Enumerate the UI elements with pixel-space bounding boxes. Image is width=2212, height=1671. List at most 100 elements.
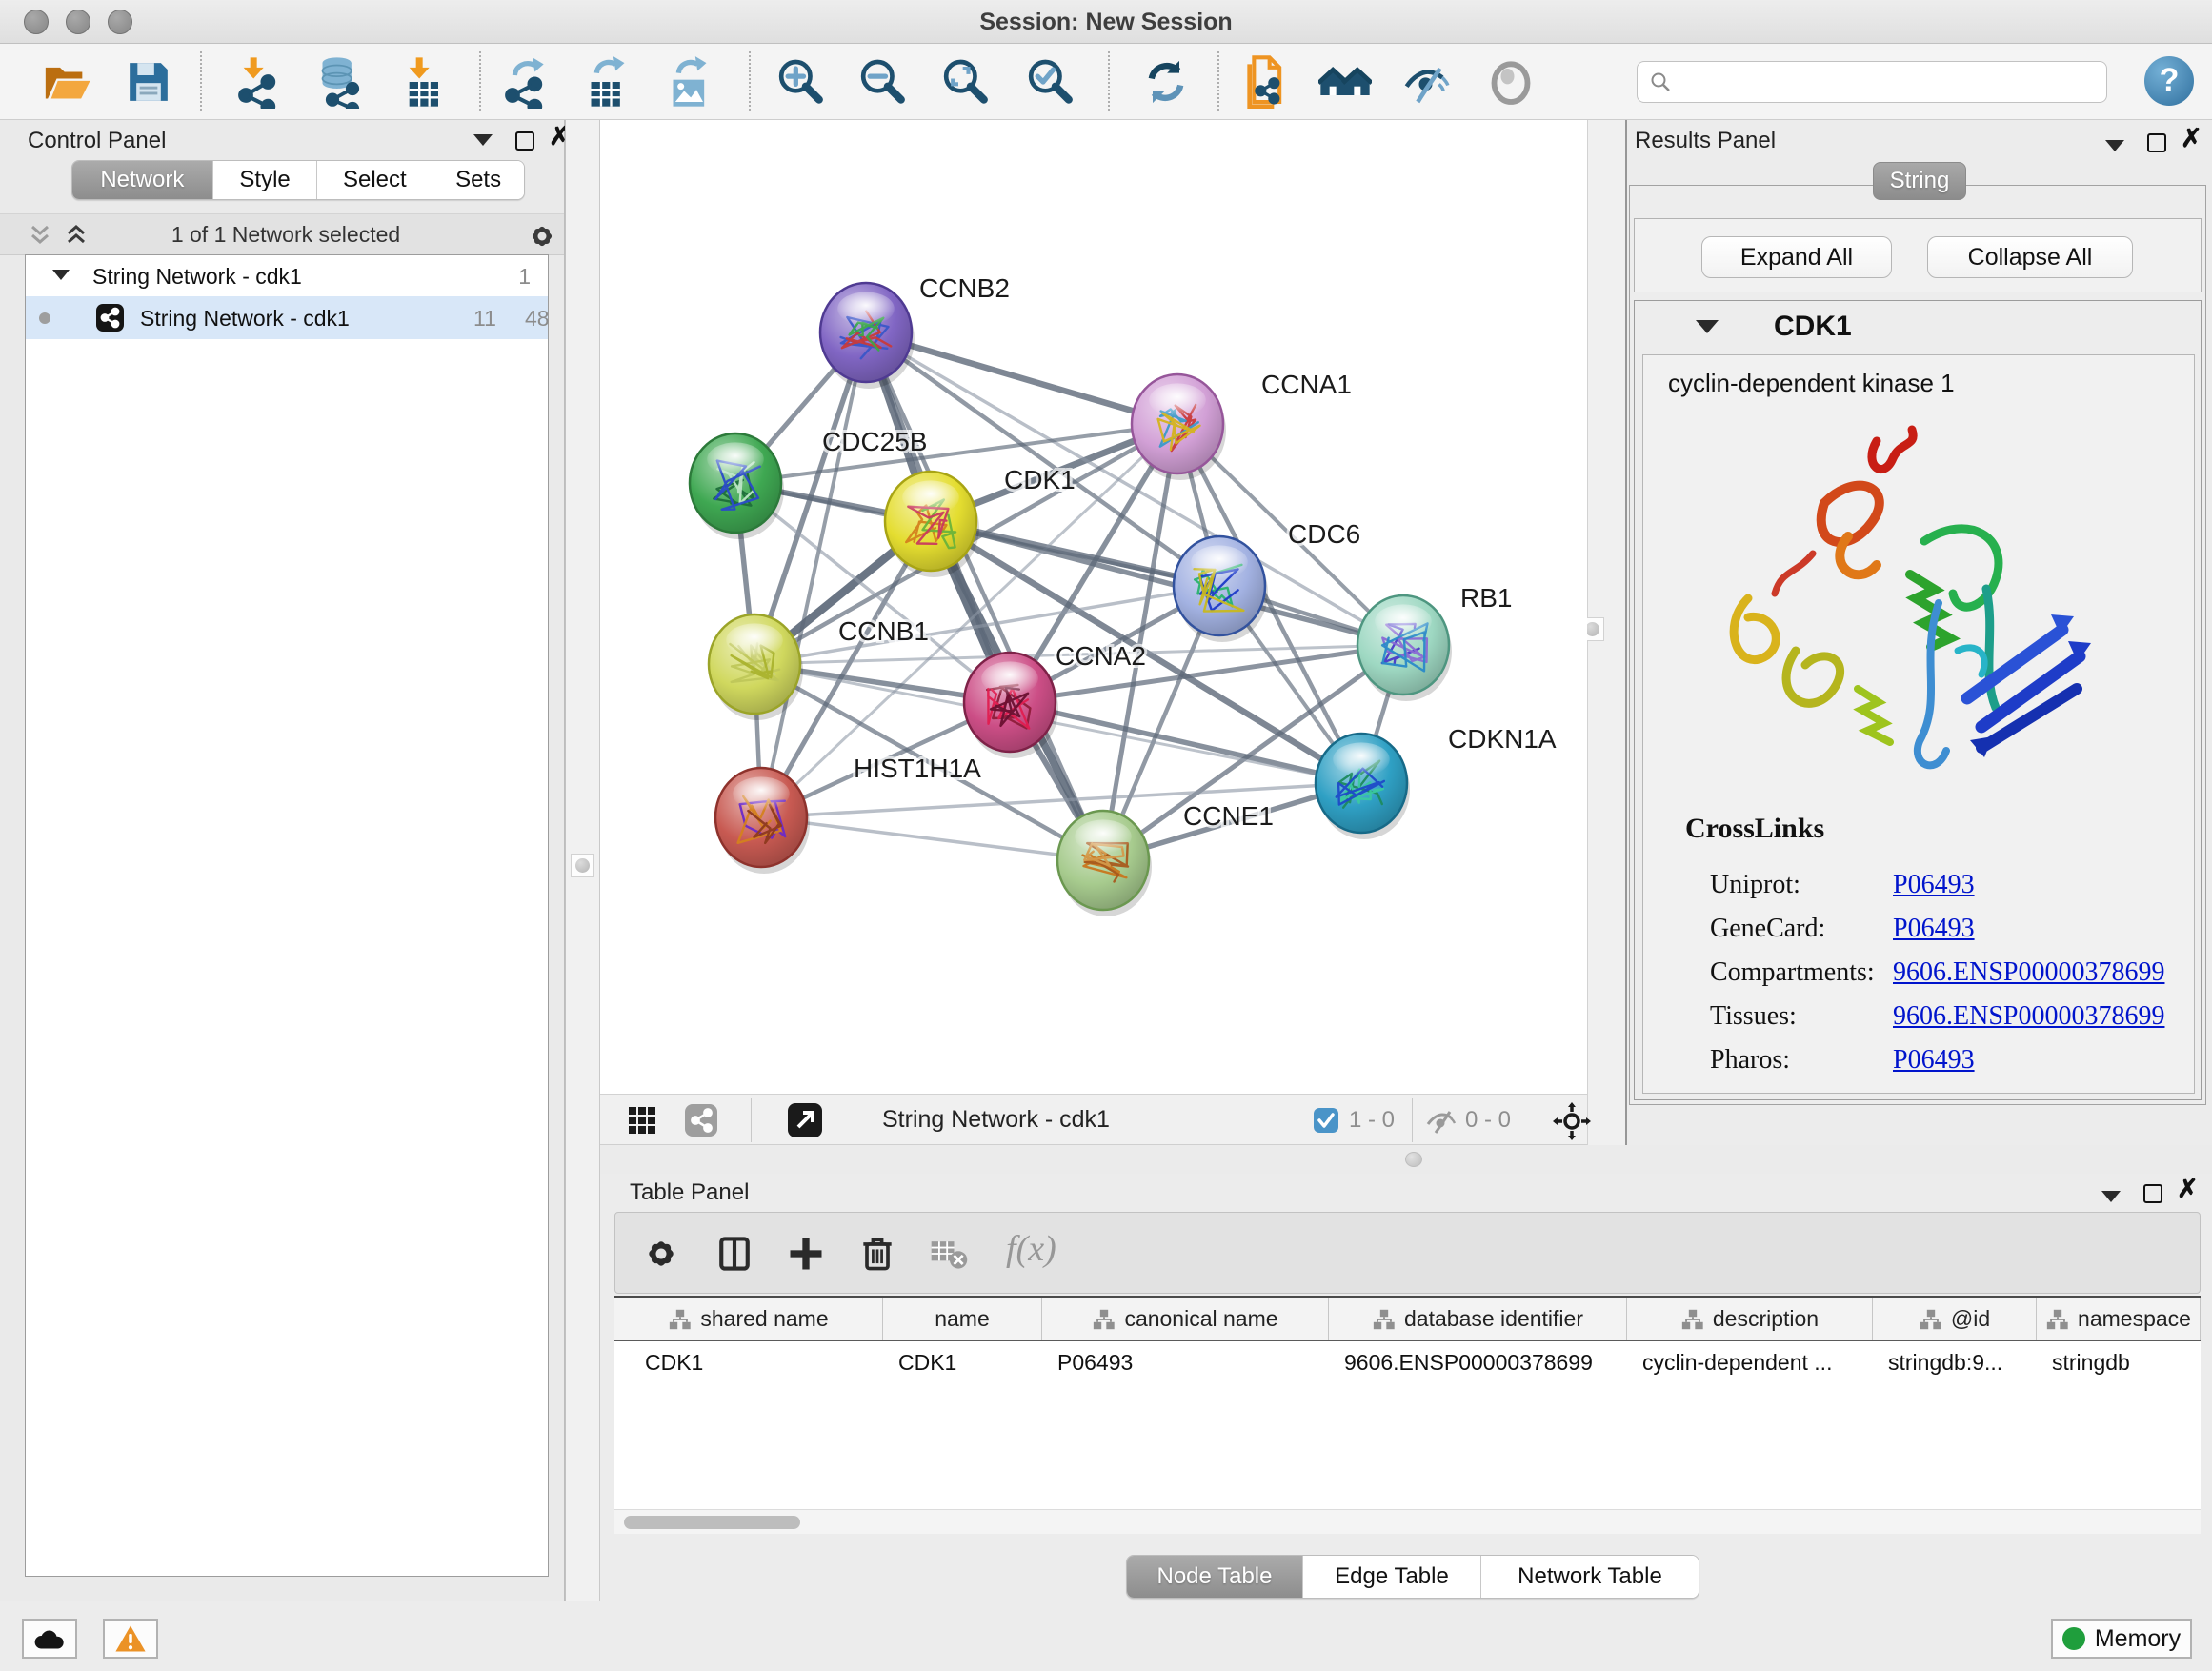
warnings-button[interactable] — [103, 1619, 158, 1659]
collapse-all-networks-icon[interactable] — [27, 224, 53, 247]
network-row-selected[interactable]: String Network - cdk1 11 48 — [26, 296, 548, 339]
zoom-selected-button[interactable] — [1023, 55, 1076, 109]
panel-float-icon[interactable] — [2105, 140, 2124, 151]
table-cell[interactable]: cyclin-dependent ... — [1627, 1341, 1873, 1383]
tab-network[interactable]: Network — [72, 161, 213, 199]
expand-all-networks-icon[interactable] — [63, 224, 90, 247]
detach-view-icon[interactable] — [787, 1102, 823, 1138]
help-button[interactable]: ? — [2144, 56, 2194, 106]
section-collapse-icon[interactable] — [1696, 320, 1719, 333]
network-node-CCNA1[interactable] — [1132, 374, 1226, 480]
crosslink-pharos-link[interactable]: P06493 — [1893, 1045, 1975, 1076]
table-row[interactable]: CDK1CDK1P064939606.ENSP00000378699cyclin… — [614, 1341, 2201, 1383]
table-options-gear-icon[interactable] — [640, 1233, 682, 1275]
import-network-from-database-button[interactable] — [312, 55, 366, 109]
export-network-button[interactable] — [499, 55, 553, 109]
right-splitter[interactable] — [1587, 120, 1627, 1145]
panel-maximize-icon[interactable] — [2147, 133, 2166, 152]
network-node-CDC25B[interactable] — [690, 433, 784, 539]
crosslink-uniprot-link[interactable]: P06493 — [1893, 870, 1975, 900]
network-from-file-button[interactable] — [1238, 55, 1292, 109]
add-column-icon[interactable] — [785, 1233, 827, 1275]
network-node-CDKN1A[interactable] — [1316, 734, 1410, 839]
network-node-CCNA2[interactable] — [964, 653, 1058, 758]
scrollbar-thumb[interactable] — [624, 1516, 800, 1529]
delete-table-icon[interactable] — [928, 1233, 970, 1275]
panel-float-icon[interactable] — [473, 134, 493, 146]
save-session-button[interactable] — [122, 55, 175, 109]
zoom-fit-button[interactable] — [938, 55, 992, 109]
panel-float-icon[interactable] — [2101, 1191, 2121, 1202]
search-field[interactable] — [1637, 61, 2107, 103]
network-options-gear-icon[interactable] — [526, 220, 558, 252]
tree-expand-icon[interactable] — [52, 270, 70, 280]
apply-layout-button[interactable] — [1139, 55, 1193, 109]
function-builder-button[interactable]: f(x) — [1006, 1228, 1056, 1270]
tab-edge-table[interactable]: Edge Table — [1303, 1556, 1481, 1598]
network-node-HIST1H1A[interactable] — [715, 768, 810, 874]
import-network-from-file-button[interactable] — [232, 55, 286, 109]
column-header-databaseidentifier[interactable]: database identifier — [1329, 1298, 1627, 1340]
show-selected-button[interactable] — [1484, 55, 1538, 109]
network-node-RB1[interactable] — [1357, 595, 1452, 701]
table-cell[interactable]: 9606.ENSP00000378699 — [1329, 1341, 1627, 1383]
horizontal-splitter-handle[interactable] — [1405, 1152, 1422, 1167]
string-network-graph[interactable]: CCNB2CCNA1CDC25BCDK1CDC6RB1CCNB1CCNA2CDK… — [600, 120, 1587, 1094]
tab-string[interactable]: String — [1873, 162, 1966, 200]
column-header-description[interactable]: description — [1627, 1298, 1873, 1340]
table-cell[interactable]: stringdb:9... — [1873, 1341, 2037, 1383]
tab-network-table[interactable]: Network Table — [1481, 1556, 1699, 1598]
crosslink-compartments-link[interactable]: 9606.ENSP00000378699 — [1893, 957, 2164, 988]
table-horizontal-scrollbar[interactable] — [614, 1509, 2201, 1534]
column-header-sharedname[interactable]: shared name — [614, 1298, 883, 1340]
column-header-name[interactable]: name — [883, 1298, 1042, 1340]
show-home-panel-button[interactable] — [1318, 55, 1372, 109]
grid-view-icon[interactable] — [627, 1105, 657, 1136]
network-node-CCNB2[interactable] — [820, 283, 915, 389]
tab-node-table[interactable]: Node Table — [1127, 1556, 1303, 1598]
table-cell[interactable]: CDK1 — [883, 1341, 1042, 1383]
export-table-button[interactable] — [581, 55, 634, 109]
network-node-CDC6[interactable] — [1174, 536, 1268, 642]
table-cell[interactable]: P06493 — [1042, 1341, 1329, 1383]
network-node-CCNB1[interactable] — [709, 614, 803, 720]
delete-column-icon[interactable] — [856, 1233, 898, 1275]
crosslink-tissues-link[interactable]: 9606.ENSP00000378699 — [1893, 1001, 2164, 1032]
left-splitter-handle[interactable] — [571, 854, 594, 877]
network-node-CCNE1[interactable] — [1057, 811, 1152, 916]
export-image-button[interactable] — [663, 55, 716, 109]
hidden-eye-slash-icon[interactable] — [1425, 1106, 1458, 1135]
memory-button[interactable]: Memory — [2051, 1619, 2192, 1659]
crosslink-genecard-link[interactable]: P06493 — [1893, 914, 1975, 944]
column-header-canonicalname[interactable]: canonical name — [1042, 1298, 1329, 1340]
tab-select[interactable]: Select — [317, 161, 432, 199]
cloud-status-button[interactable] — [22, 1619, 77, 1659]
left-splitter[interactable] — [565, 120, 600, 1601]
selected-checkbox-icon[interactable] — [1313, 1107, 1339, 1134]
table-cell[interactable]: stringdb — [2037, 1341, 2201, 1383]
fit-selected-crosshair-icon[interactable] — [1553, 1102, 1591, 1140]
panel-close-icon[interactable]: ✗ — [2177, 1178, 2199, 1199]
show-columns-icon[interactable] — [714, 1233, 755, 1275]
network-view-canvas[interactable]: CCNB2CCNA1CDC25BCDK1CDC6RB1CCNB1CCNA2CDK… — [600, 120, 1587, 1094]
search-input[interactable] — [1679, 70, 2095, 95]
zoom-out-button[interactable] — [855, 55, 909, 109]
zoom-in-button[interactable] — [774, 55, 827, 109]
network-node-CDK1[interactable] — [885, 472, 979, 577]
network-view-icon[interactable] — [684, 1103, 718, 1137]
panel-maximize-icon[interactable] — [515, 131, 534, 151]
expand-all-button[interactable]: Expand All — [1701, 236, 1892, 278]
table-cell[interactable]: CDK1 — [614, 1341, 883, 1383]
tab-style[interactable]: Style — [213, 161, 318, 199]
panel-maximize-icon[interactable] — [2143, 1184, 2162, 1203]
column-header-namespace[interactable]: namespace — [2037, 1298, 2201, 1340]
panel-close-icon[interactable]: ✗ — [2181, 128, 2202, 149]
hide-selected-button[interactable] — [1402, 55, 1456, 109]
open-session-button[interactable] — [40, 55, 93, 109]
import-table-from-file-button[interactable] — [398, 55, 452, 109]
column-header-id[interactable]: @id — [1873, 1298, 2037, 1340]
horizontal-splitter[interactable] — [600, 1145, 2212, 1174]
collapse-all-button[interactable]: Collapse All — [1927, 236, 2133, 278]
tab-sets[interactable]: Sets — [432, 161, 524, 199]
network-collection-row[interactable]: String Network - cdk1 1 — [26, 255, 548, 296]
